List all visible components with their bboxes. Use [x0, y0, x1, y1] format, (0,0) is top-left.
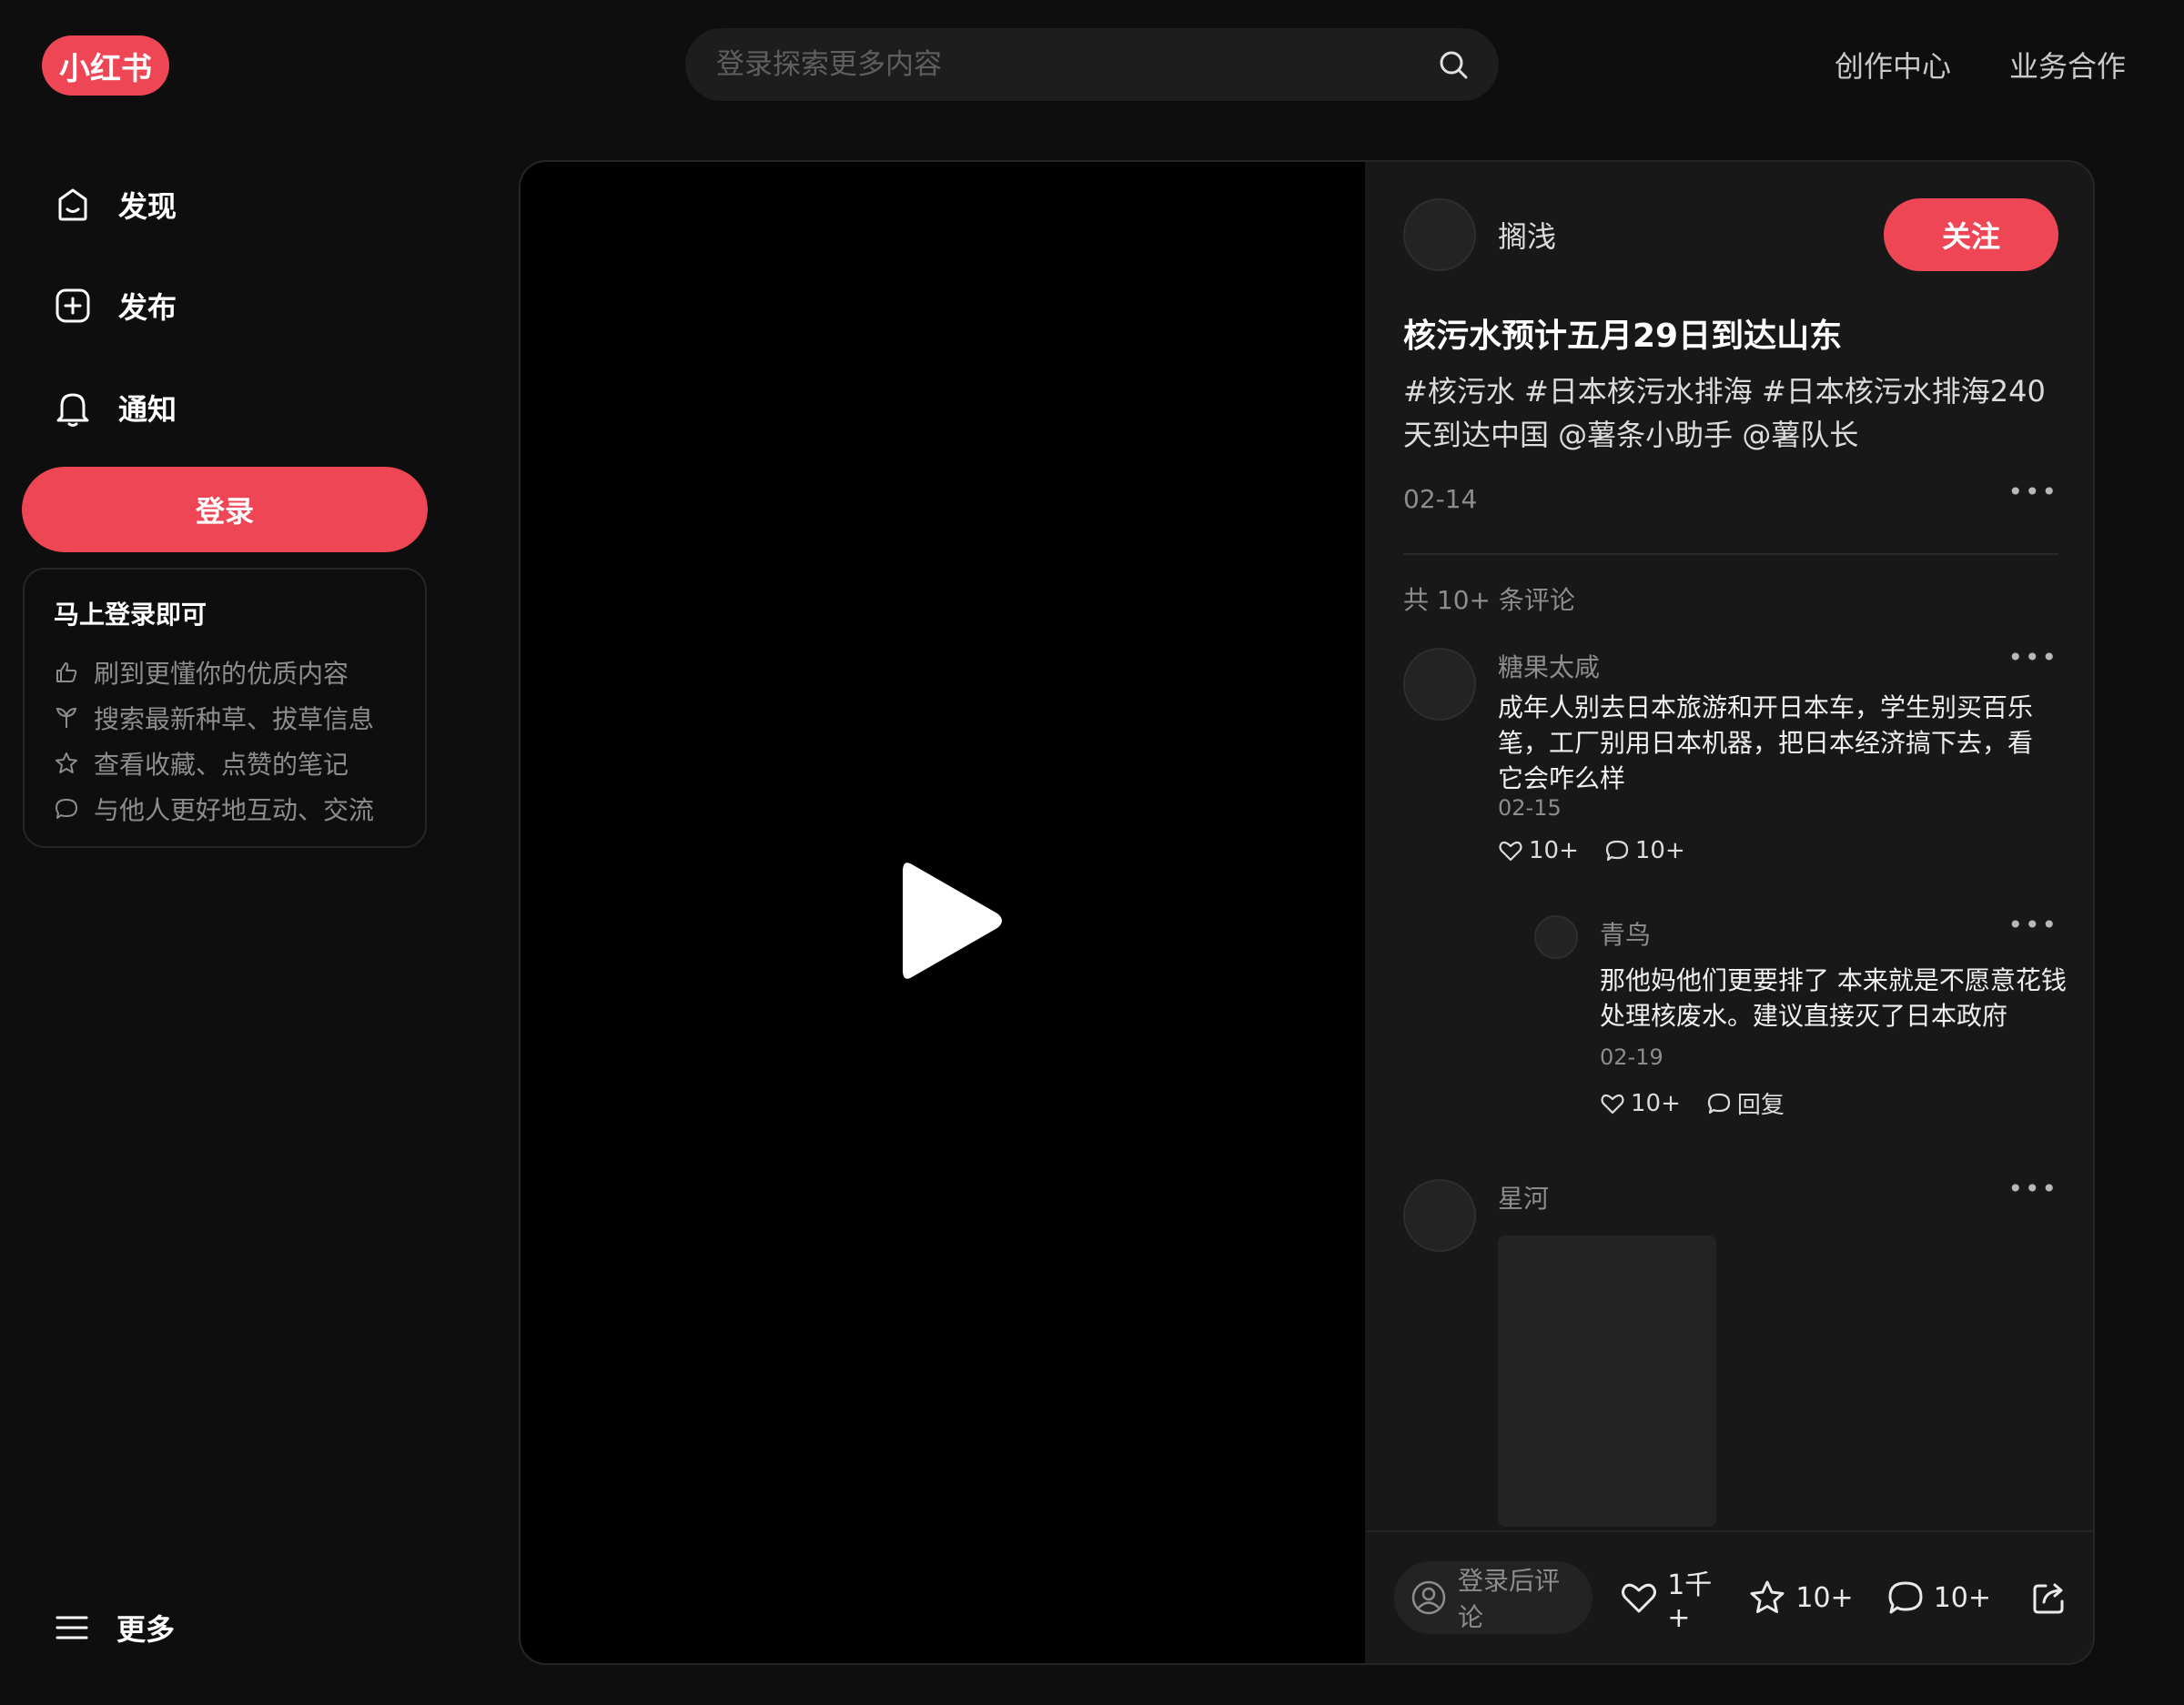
login-benefit-row: 查看收藏、点赞的笔记 [54, 741, 425, 786]
logo-text: 小红书 [59, 50, 152, 87]
login-benefit-row: 搜索最新种草、拔草信息 [54, 695, 425, 741]
login-card-title: 马上登录即可 [54, 600, 207, 630]
more-menu[interactable]: 更多 [55, 1607, 175, 1649]
login-prompt-card: 马上登录即可 刷到更懂你的优质内容 搜索最新种草、拔草信息 查看收藏、点赞的笔记… [23, 568, 427, 848]
sprout-icon [54, 705, 79, 731]
sidebar-item-label: 通知 [118, 392, 177, 427]
thumbs-up-icon [54, 660, 79, 685]
note-title: 核污水预计五月29日到达山东 [1403, 318, 1843, 355]
heart-icon [1600, 1091, 1625, 1116]
reply-author[interactable]: 青鸟 [1600, 915, 1651, 952]
like-count: 1千+ [1667, 1569, 1713, 1634]
more-options-icon[interactable]: ••• [2007, 477, 2058, 507]
like-button[interactable]: 10+ [1498, 837, 1579, 864]
comment-item: 糖果太咸 ••• 成年人别去日本旅游和开日本车，学生别买百乐笔，工厂别用日本机器… [1403, 642, 2067, 1157]
more-options-icon[interactable]: ••• [2007, 1174, 2058, 1204]
avatar[interactable] [1403, 1179, 1476, 1252]
sidebar-item-notify[interactable]: 通知 [53, 386, 177, 429]
sidebar-item-publish[interactable]: 发布 [53, 284, 177, 328]
collect-count: 10+ [1795, 1581, 1854, 1614]
comment-button[interactable]: 10+ [1886, 1579, 1991, 1617]
share-button[interactable] [2029, 1579, 2068, 1617]
chat-bubble-icon [54, 796, 79, 822]
comment-actions: 10+ 10+ [1498, 837, 1685, 864]
comment-count: 共 10+ 条评论 [1403, 585, 1575, 615]
publish-icon [53, 286, 93, 326]
login-benefit-text: 刷到更懂你的优质内容 [94, 659, 349, 689]
comment-author[interactable]: 星河 [1498, 1179, 1549, 1216]
share-icon [2029, 1579, 2068, 1617]
author-name[interactable]: 搁浅 [1498, 214, 1556, 256]
like-button[interactable]: 10+ [1600, 1086, 1681, 1120]
user-icon [1410, 1579, 1447, 1616]
comment-text: 成年人别去日本旅游和开日本车，学生别买百乐笔，工厂别用日本机器，把日本经济搞下去… [1498, 692, 2034, 793]
reply-button[interactable]: 10+ [1604, 837, 1685, 864]
reply-count: 10+ [1634, 837, 1685, 864]
search-input[interactable] [716, 48, 1437, 81]
note-description: #核污水 #日本核污水排海 #日本核污水排海240天到达中国 @薯条小助手 @薯… [1403, 374, 2046, 452]
author-row: 搁浅 关注 [1403, 198, 2058, 271]
sidebar-item-discover[interactable]: 发现 [53, 183, 177, 227]
comment-image[interactable] [1498, 1236, 1716, 1527]
top-links: 创作中心 业务合作 [1835, 44, 2126, 86]
comment-input[interactable]: 登录后评论 [1394, 1561, 1593, 1634]
login-benefit-row: 与他人更好地互动、交流 [54, 786, 425, 832]
star-icon [1748, 1579, 1786, 1617]
comment-count-bottom: 10+ [1933, 1581, 1991, 1614]
menu-icon [55, 1610, 89, 1645]
chat-bubble-icon [1706, 1091, 1732, 1116]
creator-center-link[interactable]: 创作中心 [1835, 44, 1951, 86]
discover-icon [53, 185, 93, 225]
logo[interactable]: 小红书 [42, 35, 169, 96]
like-count: 10+ [1631, 1089, 1681, 1117]
divider [1403, 553, 2058, 555]
comment-placeholder: 登录后评论 [1458, 1566, 1561, 1632]
sidebar-item-label: 发布 [118, 290, 177, 325]
chat-bubble-icon [1604, 838, 1630, 863]
note-date: 02-14 [1403, 484, 1478, 514]
login-benefit-row: 刷到更懂你的优质内容 [54, 650, 425, 695]
play-icon[interactable] [899, 859, 1006, 983]
reply-date: 02-19 [1600, 1044, 1663, 1070]
bottom-actions: 1千+ 10+ 10+ [1620, 1562, 2068, 1634]
login-button[interactable]: 登录 [22, 467, 428, 552]
more-options-icon[interactable]: ••• [2007, 910, 2058, 940]
note-info-panel: 搁浅 关注 核污水预计五月29日到达山东 #核污水 #日本核污水排海 #日本核污… [1367, 162, 2093, 1663]
collect-button[interactable]: 10+ [1748, 1579, 1854, 1617]
like-button[interactable]: 1千+ [1620, 1562, 1715, 1634]
reply-button[interactable]: 回复 [1706, 1086, 1785, 1120]
comment-author[interactable]: 糖果太咸 [1498, 648, 1600, 684]
more-label: 更多 [116, 1612, 176, 1647]
comment-item: 星河 ••• [1403, 1174, 2058, 1543]
comment-date: 02-15 [1498, 795, 1562, 821]
search-bar[interactable] [685, 28, 1499, 101]
reply-label: 回复 [1736, 1092, 1785, 1119]
reply-text: 那他妈他们更要排了 本来就是不愿意花钱处理核废水。建议直接灭了日本政府 [1600, 965, 2067, 1031]
login-benefit-text: 查看收藏、点赞的笔记 [94, 750, 349, 780]
avatar[interactable] [1403, 648, 1476, 721]
chat-bubble-icon [1886, 1579, 1925, 1617]
more-options-icon[interactable]: ••• [2007, 642, 2058, 672]
login-benefit-text: 与他人更好地互动、交流 [94, 795, 375, 825]
like-count: 10+ [1529, 837, 1579, 864]
engagement-bar: 登录后评论 1千+ 10+ 10+ [1367, 1530, 2093, 1663]
reply-actions: 10+ 回复 [1600, 1086, 1785, 1120]
sidebar-item-label: 发现 [118, 189, 177, 224]
bell-icon [53, 388, 93, 428]
author-avatar[interactable] [1403, 198, 1476, 271]
heart-icon [1498, 838, 1523, 863]
follow-button[interactable]: 关注 [1884, 198, 2058, 271]
login-benefit-text: 搜索最新种草、拔草信息 [94, 704, 375, 734]
note-detail: 搁浅 关注 核污水预计五月29日到达山东 #核污水 #日本核污水排海 #日本核污… [519, 160, 2095, 1665]
reply-item: 青鸟 ••• 那他妈他们更要排了 本来就是不愿意花钱处理核废水。建议直接灭了日本… [1534, 910, 2067, 1134]
avatar[interactable] [1534, 915, 1578, 959]
business-link[interactable]: 业务合作 [2009, 44, 2126, 86]
heart-icon [1620, 1579, 1658, 1617]
search-icon[interactable] [1437, 48, 1470, 81]
star-icon [54, 751, 79, 776]
